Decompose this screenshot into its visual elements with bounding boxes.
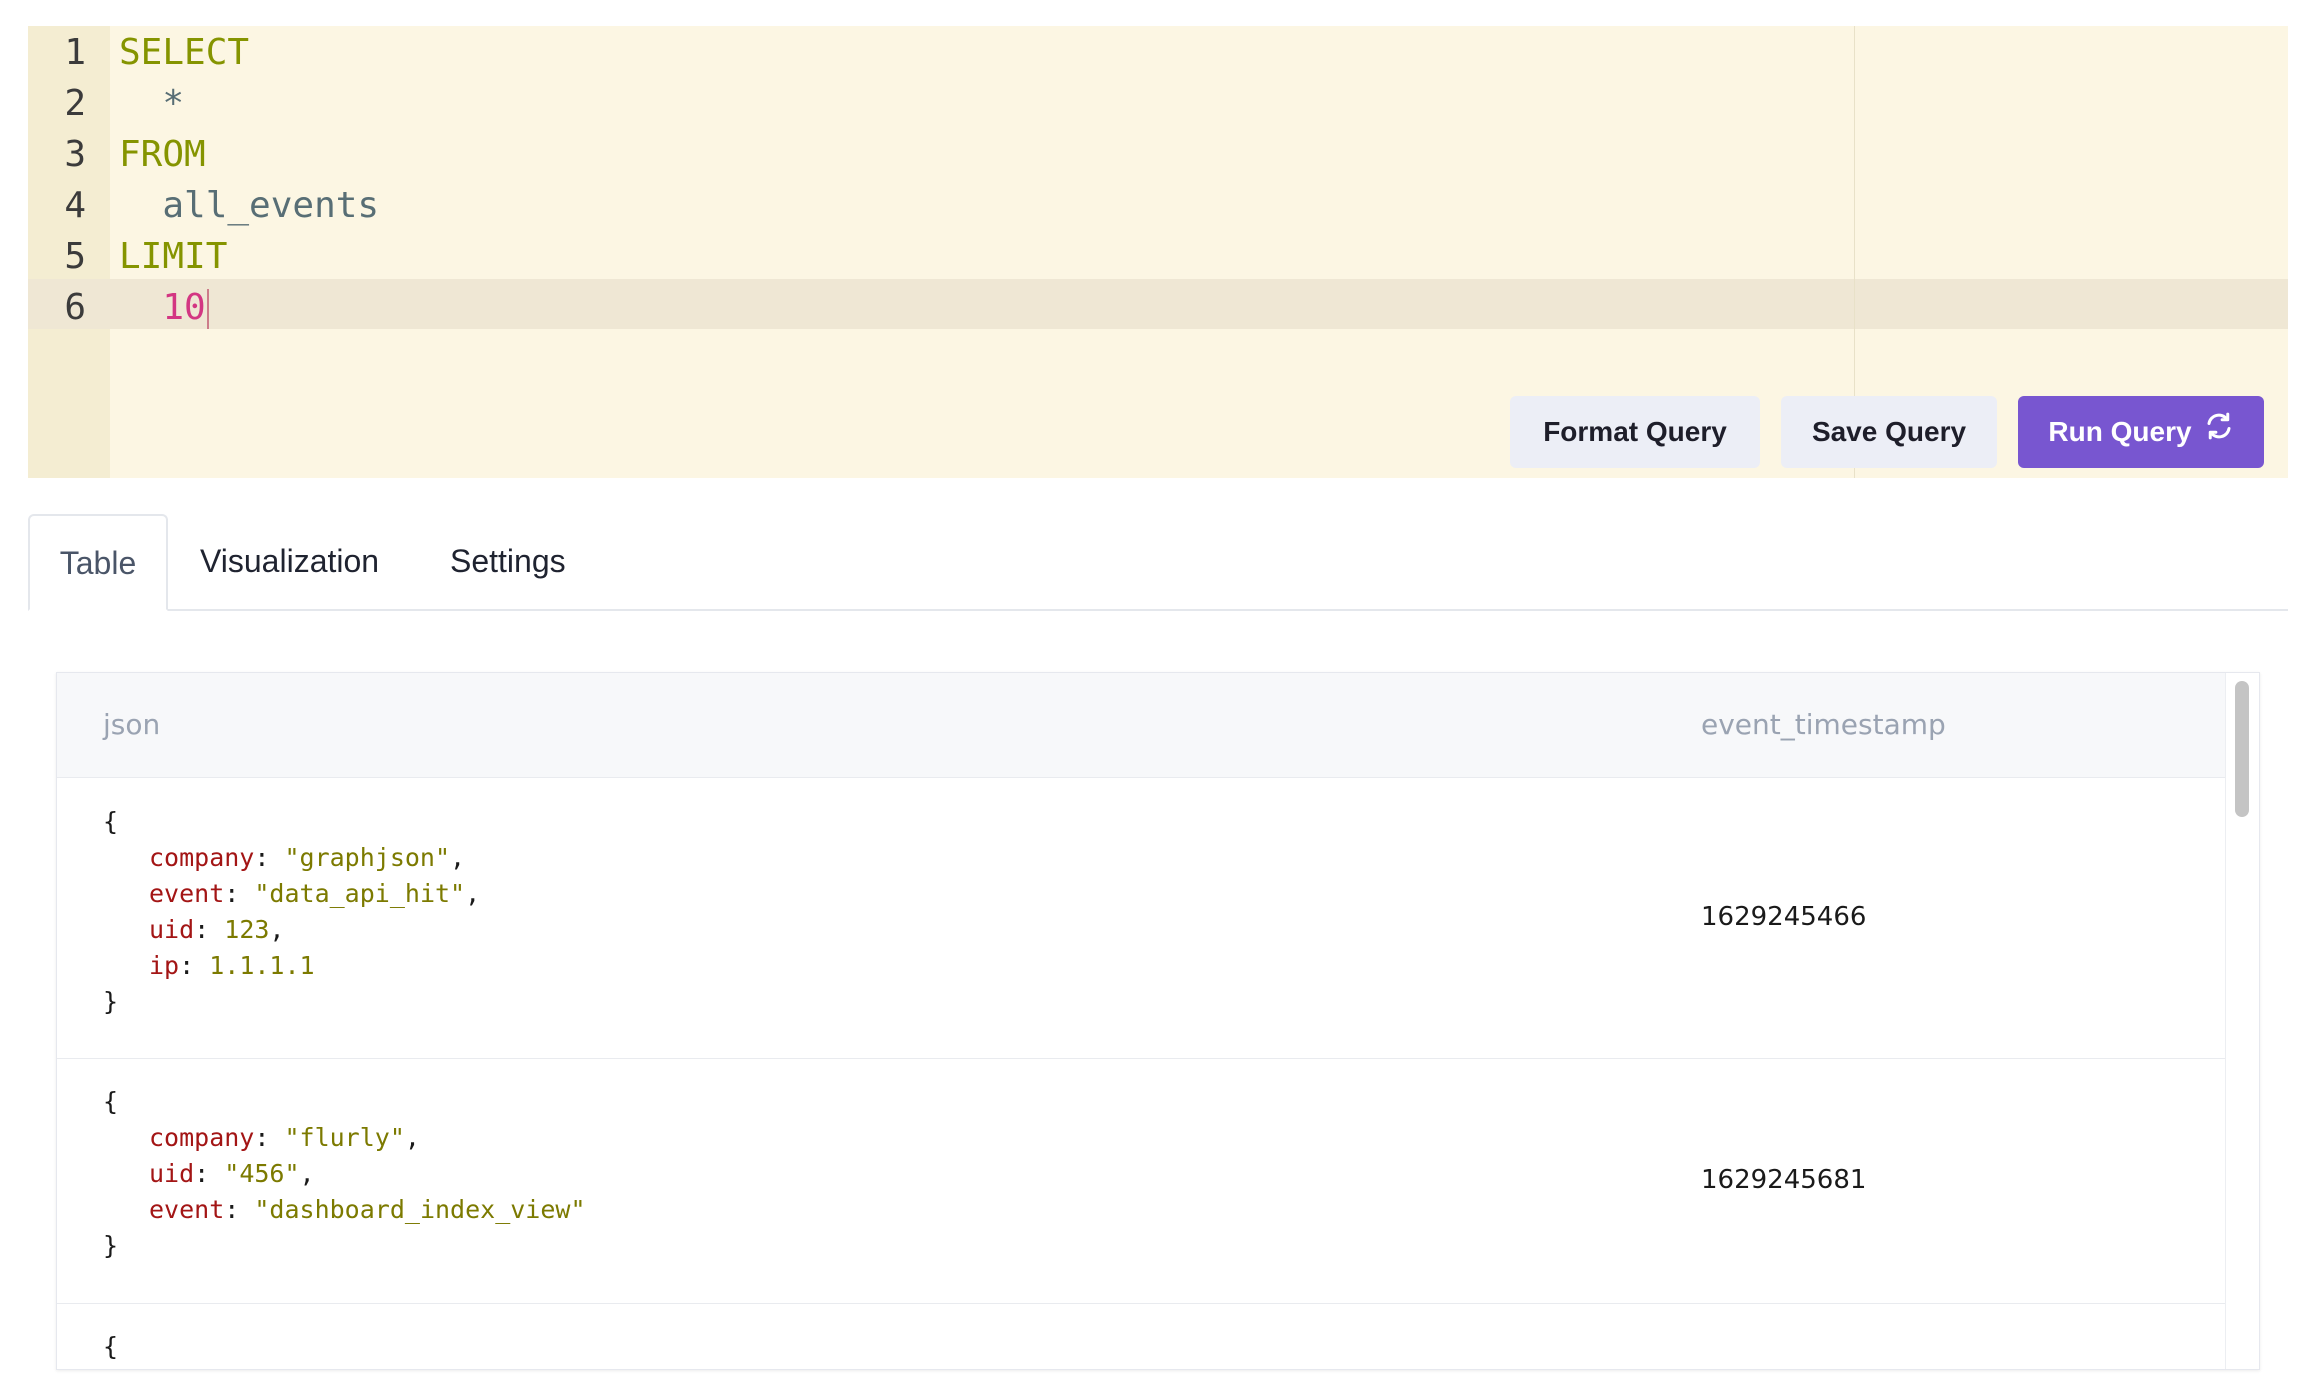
json-colon: : — [194, 915, 225, 944]
json-value: 1.1.1.1 — [209, 951, 315, 980]
tab-table[interactable]: Table — [28, 514, 168, 611]
result-tabs: Table Visualization Settings — [28, 514, 2288, 611]
json-close-brace: } — [103, 987, 119, 1016]
line-number: 2 — [64, 83, 86, 124]
json-key: ip — [149, 951, 180, 980]
json-field: ip: 1.1.1.1 — [103, 948, 480, 984]
code-text: FROM — [119, 130, 206, 180]
save-query-button[interactable]: Save Query — [1781, 396, 1997, 468]
json-colon: : — [194, 1159, 225, 1188]
table-row[interactable]: { — [57, 1303, 2225, 1369]
text-cursor — [206, 289, 209, 329]
json-field: event: "dashboard_index_view" — [103, 1192, 586, 1228]
event-timestamp-cell: 1629245466 — [1701, 902, 1867, 932]
json-colon: : — [224, 1195, 255, 1224]
json-value: "456" — [224, 1159, 300, 1188]
json-separator: , — [404, 1123, 420, 1152]
run-query-label: Run Query — [2048, 416, 2192, 447]
json-colon: : — [179, 951, 210, 980]
json-key: company — [149, 1123, 255, 1152]
event-timestamp-cell: 1629245681 — [1701, 1165, 1867, 1195]
code-token-identifier: all_events — [162, 185, 380, 226]
json-value: "flurly" — [284, 1123, 405, 1152]
json-key: uid — [149, 915, 195, 944]
active-line-highlight — [28, 279, 2288, 329]
json-key: event — [149, 1195, 225, 1224]
code-text: 10 — [119, 283, 209, 333]
table-header: json event_timestamp — [57, 673, 2225, 778]
tab-settings[interactable]: Settings — [450, 514, 566, 609]
code-text: * — [119, 79, 184, 129]
table-scrollbar-thumb[interactable] — [2235, 681, 2249, 817]
json-field: uid: 123, — [103, 912, 480, 948]
json-value: "dashboard_index_view" — [254, 1195, 586, 1224]
line-number: 1 — [64, 32, 86, 73]
refresh-icon — [2204, 396, 2234, 468]
json-key: uid — [149, 1159, 195, 1188]
json-field: company: "graphjson", — [103, 840, 480, 876]
line-number: 3 — [64, 134, 86, 175]
json-colon: : — [224, 879, 255, 908]
json-separator: , — [465, 879, 481, 908]
tab-visualization[interactable]: Visualization — [200, 514, 379, 609]
json-open-brace: { — [103, 1087, 119, 1116]
line-number: 5 — [64, 236, 86, 277]
json-cell: {company: "flurly", uid: "456", event: "da… — [103, 1084, 586, 1264]
json-value: 123 — [224, 915, 270, 944]
json-cell: {company: "graphjson", event: "data_api_h… — [103, 804, 480, 1020]
json-value: "data_api_hit" — [254, 879, 466, 908]
results-table: json event_timestamp { company: "graphjso… — [56, 672, 2260, 1370]
code-token-number: 10 — [162, 287, 206, 328]
table-row[interactable]: {company: "graphjson", event: "data_api_h… — [57, 778, 2225, 1059]
json-key: company — [149, 843, 255, 872]
code-token-keyword: SELECT — [119, 32, 250, 73]
line-number: 4 — [64, 185, 86, 226]
column-header-json: json — [103, 708, 161, 741]
code-text: LIMIT — [119, 232, 227, 282]
column-header-event-timestamp: event_timestamp — [1701, 708, 1946, 741]
json-colon: : — [254, 843, 285, 872]
code-token-identifier: * — [162, 83, 185, 124]
code-token-keyword: FROM — [119, 134, 206, 175]
json-separator: , — [299, 1159, 315, 1188]
code-token-keyword: LIMIT — [119, 236, 228, 277]
json-field: company: "flurly", — [103, 1120, 586, 1156]
table-row[interactable]: {company: "flurly", uid: "456", event: "da… — [57, 1058, 2225, 1304]
json-colon: : — [254, 1123, 285, 1152]
json-field: uid: "456", — [103, 1156, 586, 1192]
json-open-brace: { — [103, 1332, 119, 1361]
line-number: 6 — [64, 287, 86, 328]
code-text: SELECT — [119, 28, 249, 78]
json-cell: { — [103, 1329, 118, 1365]
run-query-button[interactable]: Run Query — [2018, 396, 2264, 468]
json-close-brace: } — [103, 1231, 119, 1260]
code-text: all_events — [119, 181, 379, 231]
json-value: "graphjson" — [284, 843, 451, 872]
json-open-brace: { — [103, 807, 119, 836]
json-field: event: "data_api_hit", — [103, 876, 480, 912]
json-separator: , — [450, 843, 466, 872]
sql-editor[interactable]: 1 SELECT 2 * 3 FROM 4 all_events 5 LIMIT 6 10 Fo… — [28, 26, 2288, 478]
json-key: event — [149, 879, 225, 908]
format-query-button[interactable]: Format Query — [1510, 396, 1760, 468]
json-separator: , — [269, 915, 285, 944]
